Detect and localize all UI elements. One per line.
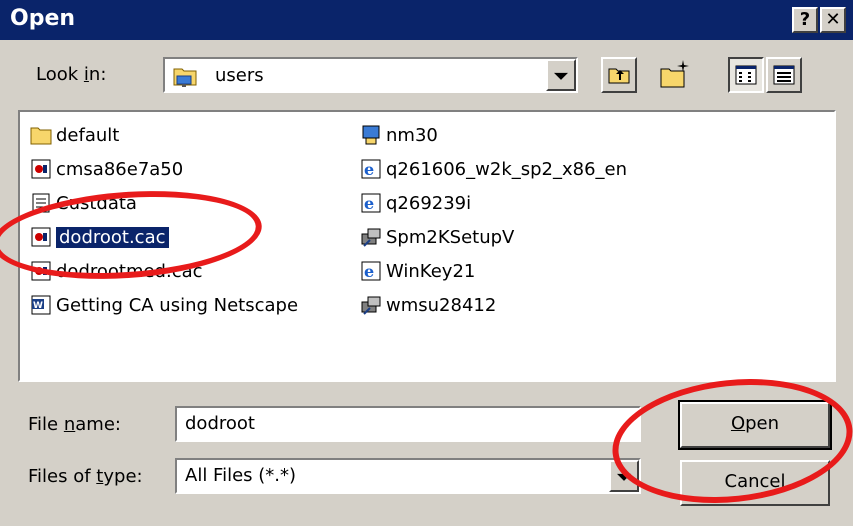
ie-icon: e: [360, 260, 382, 282]
new-folder-icon: [660, 60, 689, 88]
look-in-label: Look in:: [36, 64, 107, 85]
list-item[interactable]: wmsu28412: [360, 292, 496, 318]
installer-icon: [360, 294, 382, 316]
list-item[interactable]: default: [30, 122, 119, 148]
up-folder-button[interactable]: [601, 57, 637, 93]
svg-text:e: e: [364, 262, 374, 281]
ie-icon: e: [360, 192, 382, 214]
svg-text:W: W: [33, 301, 43, 311]
folder-icon: [30, 124, 52, 146]
help-button[interactable]: ?: [792, 7, 818, 33]
list-item[interactable]: e q269239i: [360, 190, 471, 216]
list-item[interactable]: nm30: [360, 122, 438, 148]
up-folder-icon: [608, 68, 630, 84]
look-in-dropdown-button[interactable]: [546, 59, 576, 91]
list-view-button[interactable]: [728, 57, 764, 93]
open-dialog: Open ? ✕ Look in: users default cmsa86e7…: [0, 0, 853, 526]
file-type-label: Files of type:: [28, 466, 143, 487]
chevron-down-icon: [554, 72, 568, 80]
word-doc-icon: W: [30, 294, 52, 316]
list-item[interactable]: e WinKey21: [360, 258, 475, 284]
file-name-input[interactable]: dodroot: [175, 406, 641, 442]
list-item[interactable]: e q261606_w2k_sp2_x86_en: [360, 156, 627, 182]
installer-icon: [360, 226, 382, 248]
network-folder-icon: [173, 64, 197, 87]
file-type-value: All Files (*.*): [185, 465, 297, 486]
list-item[interactable]: Spm2KSetupV: [360, 224, 514, 250]
svg-text:e: e: [364, 194, 374, 213]
close-button[interactable]: ✕: [820, 7, 846, 33]
app-icon: [360, 124, 382, 146]
list-view-icon: [735, 65, 757, 85]
cert-file-icon: [30, 158, 52, 180]
dialog-title: Open: [10, 6, 76, 31]
file-name-value: dodroot: [185, 413, 255, 434]
file-type-combo[interactable]: All Files (*.*): [175, 458, 641, 494]
ie-icon: e: [360, 158, 382, 180]
file-name-label: File name:: [28, 414, 121, 435]
svg-text:e: e: [364, 160, 374, 179]
details-view-icon: [773, 65, 795, 85]
new-folder-button[interactable]: [656, 57, 692, 93]
look-in-value: users: [215, 65, 264, 86]
title-bar[interactable]: Open ? ✕: [0, 0, 853, 40]
look-in-combo[interactable]: users: [163, 57, 578, 93]
details-view-button[interactable]: [766, 57, 802, 93]
list-item[interactable]: W Getting CA using Netscape: [30, 292, 298, 318]
list-item[interactable]: cmsa86e7a50: [30, 156, 183, 182]
